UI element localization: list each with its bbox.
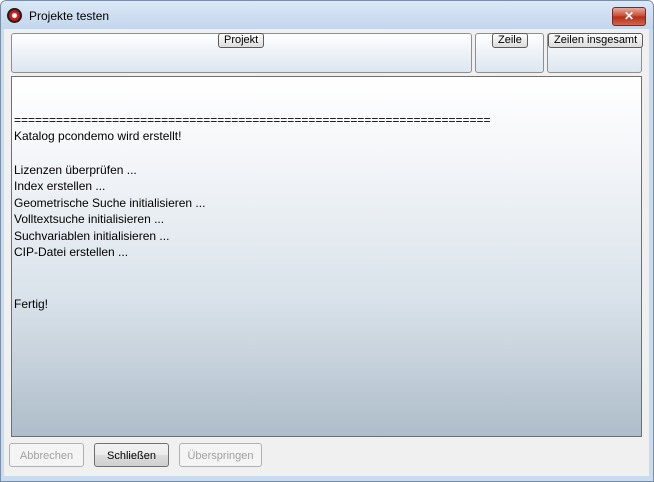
close-icon: ✕ [623, 9, 635, 23]
window-title: Projekte testen [29, 9, 110, 23]
cancel-button[interactable]: Abbrechen [9, 443, 84, 467]
zeile-label: Zeile [492, 33, 528, 48]
close-button[interactable]: ✕ [612, 7, 646, 26]
projekt-field: Projekt [11, 33, 472, 73]
projekt-label: Projekt [218, 33, 265, 48]
title-bar[interactable]: Projekte testen ✕ [1, 1, 653, 29]
zeilen-insgesamt-field: Zeilen insgesamt [547, 33, 644, 73]
log-line: Index erstellen ... [14, 179, 106, 193]
app-logo-icon [7, 8, 22, 23]
log-line: Volltextsuche initialisieren ... [14, 212, 165, 226]
log-line: Katalog pcondemo wird erstellt! [14, 129, 182, 143]
log-line: Suchvariablen initialisieren ... [14, 229, 170, 243]
log-line: Lizenzen überprüfen ... [14, 163, 137, 177]
zeilen-insgesamt-label: Zeilen insgesamt [548, 33, 644, 48]
log-line: CIP-Datei erstellen ... [14, 245, 129, 259]
zeile-field: Zeile [475, 33, 544, 73]
skip-button[interactable]: Überspringen [179, 443, 262, 467]
log-line: Fertig! [14, 297, 49, 311]
log-line: Geometrische Suche initialisieren ... [14, 196, 206, 210]
log-separator: ========================================… [14, 113, 491, 127]
close-dialog-button[interactable]: Schließen [94, 443, 169, 467]
log-output[interactable]: ========================================… [11, 76, 642, 437]
dialog-window: Projekte testen ✕ Projekt Zeile Zeilen i… [0, 0, 654, 482]
dialog-client-area: Projekt Zeile Zeilen insgesamt =========… [4, 29, 649, 476]
